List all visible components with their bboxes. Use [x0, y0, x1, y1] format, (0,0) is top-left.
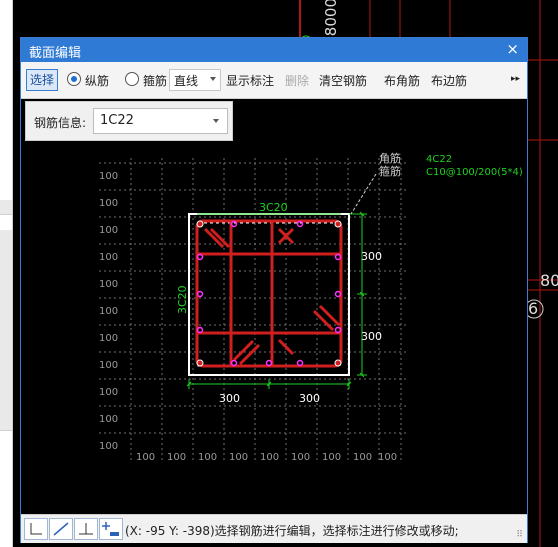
- grid-label: 100: [99, 360, 118, 371]
- host-tab[interactable]: [0, 230, 12, 431]
- bottom-dimension[interactable]: 300: [219, 392, 240, 405]
- grid-label: 100: [378, 452, 397, 463]
- line-icon[interactable]: [49, 518, 73, 540]
- grid-label: 100: [99, 198, 118, 209]
- legend-key-stirrup: 箍筋: [379, 164, 401, 178]
- grid-label: 100: [229, 452, 248, 463]
- host-tab[interactable]: [0, 200, 12, 215]
- show-annotation-button[interactable]: 显示标注: [226, 72, 274, 89]
- grid-label: 100: [322, 452, 341, 463]
- grid-label: 100: [291, 452, 310, 463]
- rebar-info-select[interactable]: 1C22: [93, 108, 228, 134]
- status-text: (X: -95 Y: -398)选择钢筋进行编辑，选择标注进行修改或移动;: [125, 524, 459, 538]
- resize-grip-icon[interactable]: ⠿: [516, 530, 523, 540]
- legend-value-corner[interactable]: 4C22: [426, 154, 452, 165]
- longitudinal-label[interactable]: 纵筋: [85, 72, 109, 89]
- grid-label: 100: [198, 452, 217, 463]
- section-canvas[interactable]: 100 100 100 100 100 100 100 100 100 100 …: [21, 142, 527, 512]
- close-icon[interactable]: ×: [506, 40, 519, 58]
- legend-value-stirrup[interactable]: C10@100/200(5*4): [426, 167, 523, 178]
- grid-label: 100: [99, 171, 118, 182]
- longitudinal-radio[interactable]: [67, 72, 81, 86]
- line-mode-select[interactable]: 直线: [169, 69, 221, 91]
- bg-right-number-2: 6: [528, 299, 539, 318]
- host-left-panel: [0, 0, 13, 547]
- rebar-info-value: 1C22: [100, 113, 134, 128]
- clear-rebar-button[interactable]: 清空钢筋: [319, 72, 367, 89]
- chevron-down-icon: [213, 119, 219, 123]
- chevron-down-icon: [210, 77, 216, 81]
- left-rebar-label[interactable]: 3C20: [176, 285, 189, 314]
- leader-line: [350, 173, 377, 215]
- grid-label: 100: [99, 441, 118, 452]
- select-button[interactable]: 选择: [26, 69, 58, 91]
- corner-rebar-button[interactable]: 布角筋: [384, 72, 420, 89]
- grid-label: 100: [99, 279, 118, 290]
- bottom-dimension[interactable]: 300: [299, 392, 320, 405]
- bg-right-number-1: 80: [540, 271, 558, 290]
- bg-top-number: 8000: [322, 0, 340, 37]
- statusbar: (X: -95 Y: -398)选择钢筋进行编辑，选择标注进行修改或移动; ⠿: [21, 514, 527, 543]
- axis-icon[interactable]: [74, 518, 98, 540]
- dialog-titlebar[interactable]: 截面编辑 ×: [21, 38, 527, 62]
- add-icon[interactable]: [99, 518, 123, 540]
- rebar-info-label: 钢筋信息:: [34, 116, 87, 130]
- line-mode-value: 直线: [174, 74, 199, 88]
- grid-label: 100: [99, 225, 118, 236]
- legend-key-corner: 角筋: [379, 151, 401, 165]
- grid-label: 100: [136, 452, 155, 463]
- grid-label: 100: [353, 452, 372, 463]
- snap-icon[interactable]: [24, 518, 48, 540]
- grid-label: 100: [99, 414, 118, 425]
- grid-label: 100: [99, 333, 118, 344]
- right-dimension[interactable]: 300: [361, 250, 382, 263]
- more-tools-icon[interactable]: ▸▸: [511, 74, 520, 84]
- grid-label: 100: [167, 452, 186, 463]
- toolbar: 选择 纵筋 箍筋 直线 显示标注 删除 清空钢筋 布角筋 布边筋 ▸▸: [21, 62, 527, 99]
- dialog-title: 截面编辑: [29, 46, 82, 61]
- top-rebar-label[interactable]: 3C20: [259, 201, 288, 214]
- section-edit-dialog: 截面编辑 × 选择 纵筋 箍筋 直线 显示标注 删除 清空钢筋 布角筋 布边筋 …: [20, 37, 528, 543]
- stirrup-radio[interactable]: [125, 72, 139, 86]
- grid-label: 100: [99, 306, 118, 317]
- rebar-info-panel: 钢筋信息: 1C22: [25, 101, 233, 141]
- grid-label: 100: [99, 387, 118, 398]
- right-dimension[interactable]: 300: [361, 330, 382, 343]
- grid-label: 100: [99, 252, 118, 263]
- delete-button[interactable]: 删除: [285, 72, 309, 89]
- grid-lines: [99, 158, 406, 463]
- stirrup-label[interactable]: 箍筋: [143, 72, 167, 89]
- stirrups[interactable]: [195, 219, 343, 368]
- edge-rebar-button[interactable]: 布边筋: [431, 72, 467, 89]
- grid-label: 100: [260, 452, 279, 463]
